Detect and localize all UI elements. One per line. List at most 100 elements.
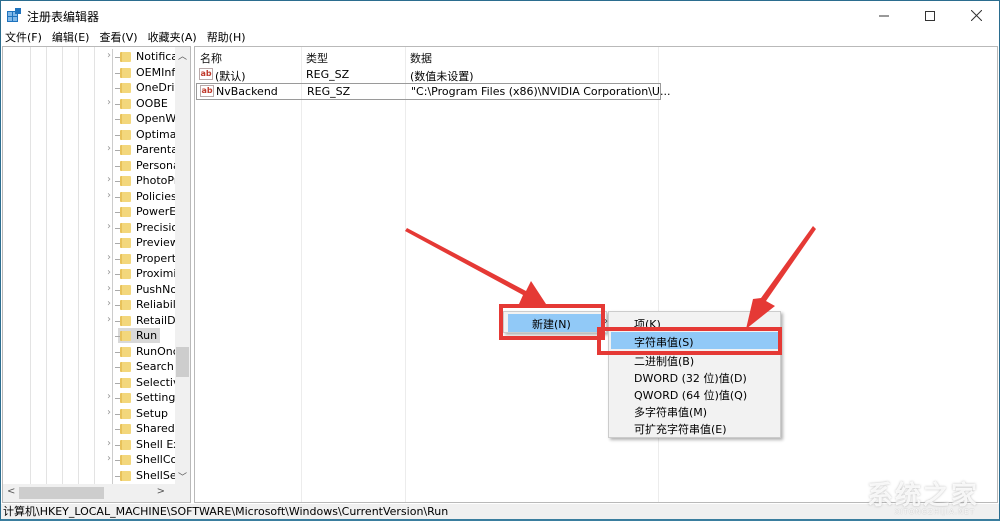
tree-horizontal-scrollbar[interactable]: < > bbox=[3, 484, 190, 502]
expand-chevron-icon[interactable]: › bbox=[107, 97, 115, 108]
tree-connector-line bbox=[112, 359, 113, 375]
scroll-thumb[interactable] bbox=[19, 487, 104, 499]
tree-item-label: ShellCo bbox=[136, 453, 178, 466]
folder-icon bbox=[120, 98, 131, 109]
tree-item[interactable]: › Precisio bbox=[3, 219, 178, 235]
submenu-item-multi-string-value[interactable]: 多字符串值(M) bbox=[611, 402, 778, 419]
tree-item[interactable]: › PhotoPr bbox=[3, 173, 179, 189]
tree-item[interactable]: SharedI bbox=[3, 421, 178, 437]
tree-item[interactable]: Preview bbox=[3, 235, 179, 251]
string-value-icon: ab bbox=[200, 85, 214, 97]
tree-item[interactable]: › Shell Ex bbox=[3, 436, 180, 452]
tree-vertical-scrollbar[interactable]: ︿ ﹀ bbox=[175, 47, 190, 485]
expand-chevron-icon[interactable]: › bbox=[107, 438, 115, 449]
tree-connector-line bbox=[112, 235, 113, 251]
column-header-type[interactable]: 类型 bbox=[306, 50, 328, 66]
tree-item[interactable]: Run bbox=[3, 328, 175, 344]
tree-item-label: Setup bbox=[136, 406, 169, 420]
title-bar: 注册表编辑器 bbox=[1, 1, 999, 30]
tree-item[interactable]: Selectiv bbox=[3, 374, 180, 390]
folder-icon bbox=[120, 238, 131, 248]
tree-item[interactable]: › Setting bbox=[3, 390, 175, 406]
expand-chevron-icon[interactable]: › bbox=[107, 453, 115, 464]
column-divider[interactable] bbox=[301, 47, 302, 502]
menu-view[interactable]: 查看(V) bbox=[94, 30, 142, 46]
annotation-highlight-new bbox=[499, 304, 605, 340]
tree-item[interactable]: › OOBE bbox=[3, 95, 175, 111]
column-header-data[interactable]: 数据 bbox=[410, 50, 432, 66]
tree-item[interactable]: › Notifica bbox=[3, 49, 179, 65]
folder-icon bbox=[120, 67, 131, 78]
expand-chevron-icon[interactable]: › bbox=[107, 267, 115, 278]
expand-chevron-icon[interactable]: › bbox=[107, 407, 115, 418]
scroll-corner bbox=[175, 484, 190, 502]
menu-edit[interactable]: 编辑(E) bbox=[47, 30, 95, 46]
tree-item[interactable]: › Parenta bbox=[3, 142, 178, 158]
scroll-left-icon[interactable]: < bbox=[7, 486, 15, 497]
tree-item[interactable]: › RetailDe bbox=[3, 312, 182, 328]
tree-item[interactable]: Optimal bbox=[3, 126, 180, 142]
submenu-item-label: QWORD (64 位)值(Q) bbox=[634, 389, 748, 402]
expand-chevron-icon[interactable]: › bbox=[107, 283, 115, 294]
value-data: "C:\Program Files (x86)\NVIDIA Corporati… bbox=[411, 85, 671, 98]
tree-item-label: SharedI bbox=[136, 422, 178, 435]
tree-item[interactable]: ShellSer bbox=[3, 467, 181, 483]
close-button[interactable] bbox=[953, 1, 999, 30]
maximize-button[interactable] bbox=[907, 1, 953, 30]
tree-item-label: Preview bbox=[136, 236, 179, 249]
menu-help[interactable]: 帮助(H) bbox=[202, 30, 251, 46]
tree-item[interactable]: Search bbox=[3, 359, 175, 375]
menu-favorites[interactable]: 收藏夹(A) bbox=[143, 30, 202, 46]
expand-chevron-icon[interactable]: › bbox=[107, 298, 115, 309]
tree-item[interactable]: › Setup bbox=[3, 405, 175, 421]
tree-item[interactable]: › PushNo bbox=[3, 281, 177, 297]
tree-item[interactable]: Persona bbox=[3, 157, 180, 173]
expand-chevron-icon[interactable]: › bbox=[107, 174, 115, 185]
tree-item-label: Search bbox=[136, 360, 174, 373]
list-row[interactable]: ab (默认) REG_SZ (数值未设置) bbox=[195, 66, 660, 83]
tree-item-label: Reliabili bbox=[136, 298, 179, 311]
tree-connector-line bbox=[112, 157, 113, 173]
tree-item[interactable]: › Reliabili bbox=[3, 297, 179, 313]
expand-chevron-icon[interactable]: › bbox=[107, 252, 115, 263]
tree-item[interactable]: › ShellCo bbox=[3, 452, 178, 468]
folder-icon bbox=[120, 408, 131, 419]
tree-item-label: Setting bbox=[136, 391, 176, 404]
tree-item-label: Parenta bbox=[136, 143, 178, 156]
scroll-up-icon[interactable]: ︿ bbox=[178, 49, 187, 62]
tree-item[interactable]: OEMInf bbox=[3, 64, 175, 80]
tree-connector-line bbox=[112, 374, 113, 390]
menu-file[interactable]: 文件(F) bbox=[1, 30, 47, 46]
maximize-icon bbox=[925, 10, 935, 21]
values-list[interactable]: 名称 类型 数据 ab (默认) REG_SZ (数值未设置) ab NvBac… bbox=[194, 46, 998, 503]
tree-item[interactable]: OneDriv bbox=[3, 80, 181, 96]
submenu-item-qword-value[interactable]: QWORD (64 位)值(Q) bbox=[611, 385, 778, 402]
column-divider[interactable] bbox=[405, 47, 406, 502]
expand-chevron-icon[interactable]: › bbox=[107, 143, 115, 154]
column-header-name[interactable]: 名称 bbox=[200, 50, 222, 66]
expand-chevron-icon[interactable]: › bbox=[107, 221, 115, 232]
submenu-item-expandable-string-value[interactable]: 可扩充字符串值(E) bbox=[611, 419, 778, 436]
tree-item-label: Notifica bbox=[136, 50, 179, 63]
list-row[interactable]: ab NvBackend REG_SZ "C:\Program Files (x… bbox=[196, 83, 670, 100]
submenu-item-dword-value[interactable]: DWORD (32 位)值(D) bbox=[611, 368, 778, 385]
tree-item-label: PhotoPr bbox=[136, 174, 179, 187]
folder-icon bbox=[120, 439, 131, 450]
expand-chevron-icon[interactable]: › bbox=[107, 50, 115, 61]
scroll-thumb[interactable] bbox=[176, 347, 189, 377]
folder-icon bbox=[120, 176, 131, 186]
tree-item[interactable]: › Proximi bbox=[3, 266, 176, 282]
minimize-button[interactable] bbox=[861, 1, 907, 30]
tree-item[interactable]: RunOnc bbox=[3, 343, 179, 359]
expand-chevron-icon[interactable]: › bbox=[107, 190, 115, 201]
tree-item[interactable]: › Policies bbox=[3, 188, 177, 204]
registry-tree[interactable]: › Notifica OEMInf OneDriv › OOBE OpenW Optimal ›… bbox=[2, 46, 191, 503]
scroll-down-icon[interactable]: ﹀ bbox=[178, 470, 187, 483]
scroll-right-icon[interactable]: > bbox=[157, 486, 165, 497]
expand-chevron-icon[interactable]: › bbox=[107, 391, 115, 402]
tree-item[interactable]: PowerE bbox=[3, 204, 176, 220]
tree-item[interactable]: › Propert bbox=[3, 250, 176, 266]
expand-chevron-icon[interactable]: › bbox=[107, 314, 115, 325]
tree-item[interactable]: OpenW bbox=[3, 111, 176, 127]
value-type: REG_SZ bbox=[306, 68, 350, 81]
